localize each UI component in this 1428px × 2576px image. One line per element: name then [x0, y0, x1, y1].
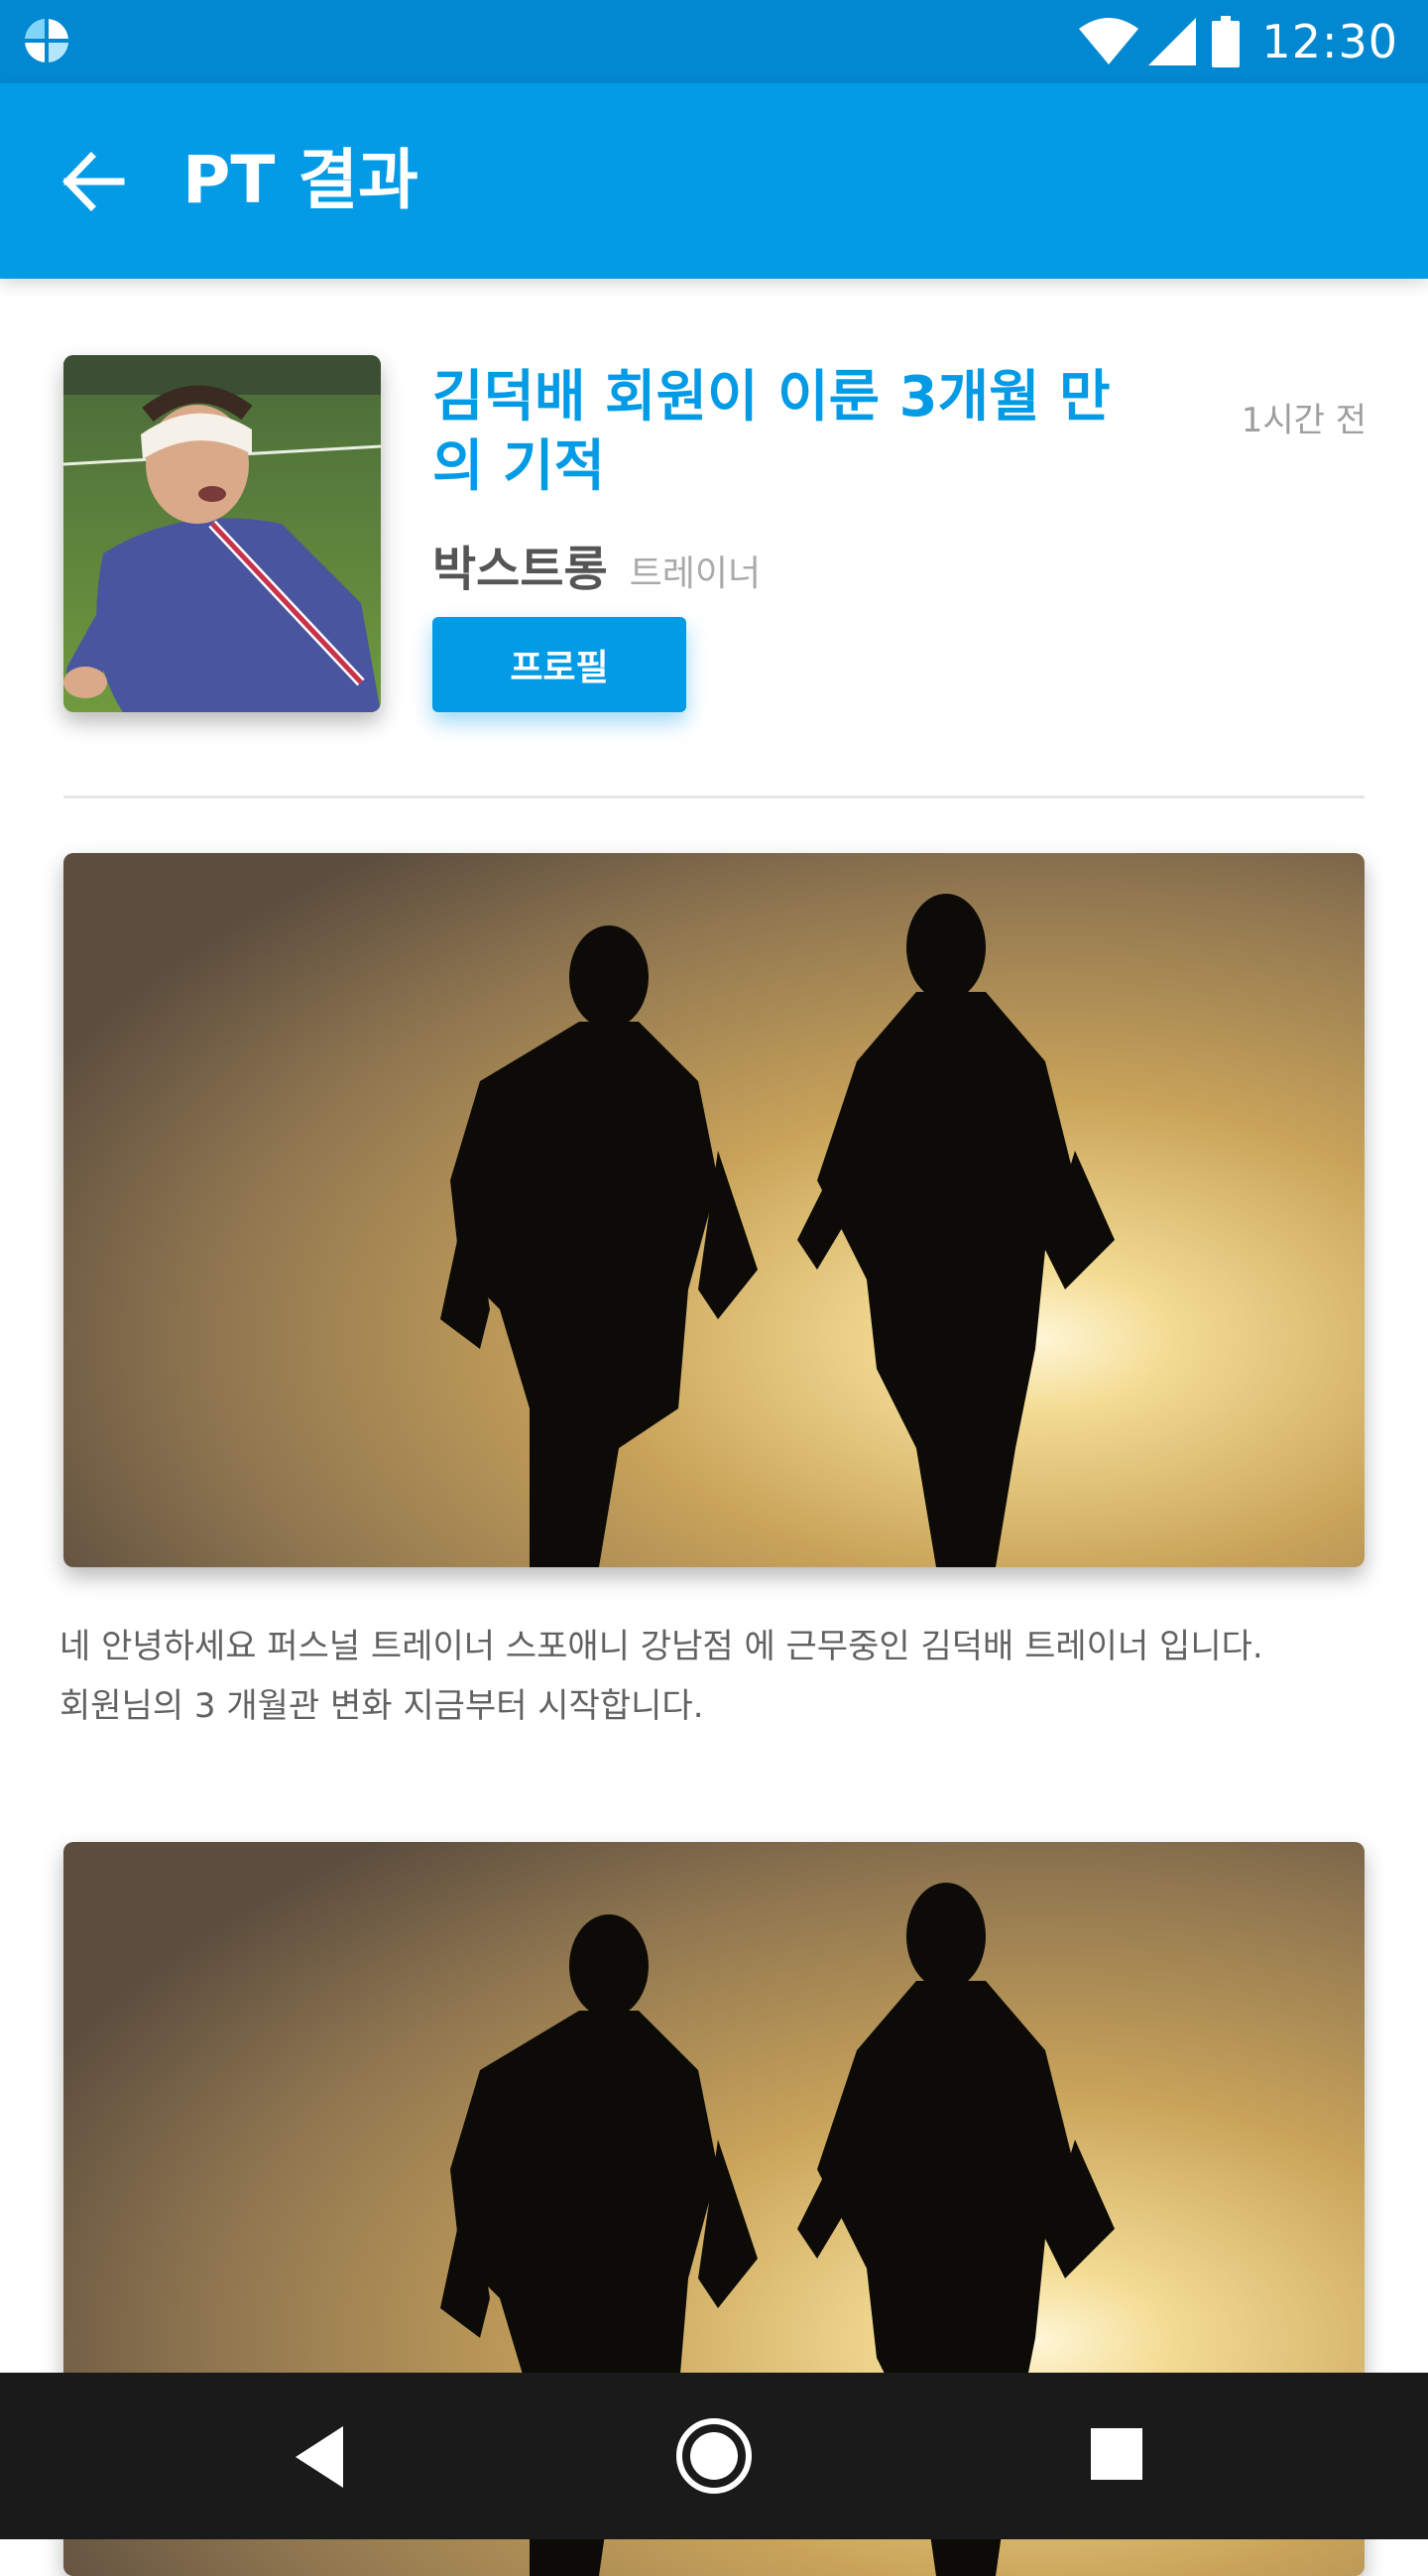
post-body-line-1: 네 안녕하세요 퍼스널 트레이너 스포애니 강남점 에 근무중인 김덕배 트레이… — [60, 1627, 1263, 1666]
wifi-icon — [1079, 18, 1139, 64]
battery-icon — [1212, 16, 1241, 67]
page-title: PT 결과 — [182, 142, 418, 218]
post-body: 네 안녕하세요 퍼스널 트레이너 스포애니 강남점 에 근무중인 김덕배 트레이… — [60, 1617, 1368, 1736]
nav-recents-icon[interactable] — [1089, 2426, 1144, 2482]
trainer-avatar — [63, 355, 381, 712]
app-icon — [25, 19, 68, 62]
trainer-name: 박스트롱 — [432, 542, 608, 597]
avatar-image — [63, 355, 381, 712]
status-time: 12:30 — [1261, 15, 1398, 68]
signal-icon — [1148, 18, 1197, 65]
post-timestamp: 1시간 전 — [1241, 401, 1367, 440]
runners-silhouette-image — [63, 853, 1365, 1567]
nav-home-icon[interactable] — [674, 2416, 754, 2496]
profile-button[interactable]: 프로필 — [432, 617, 686, 712]
status-bar: 12:30 — [0, 0, 1428, 83]
post-image — [63, 853, 1365, 1567]
trainer-role: 트레이너 — [629, 553, 762, 594]
trainer-info: 박스트롱 트레이너 — [432, 530, 761, 599]
arrow-back-icon[interactable] — [56, 145, 129, 218]
divider — [63, 796, 1365, 798]
system-nav-bar — [0, 2373, 1428, 2539]
app-bar: PT 결과 — [0, 83, 1428, 279]
post-body-line-2: 회원님의 3 개월관 변화 지금부터 시작합니다. — [60, 1686, 704, 1726]
nav-back-icon[interactable] — [288, 2422, 351, 2492]
post-title: 김덕배 회원이 이룬 3개월 만의 기적 — [432, 365, 1111, 499]
